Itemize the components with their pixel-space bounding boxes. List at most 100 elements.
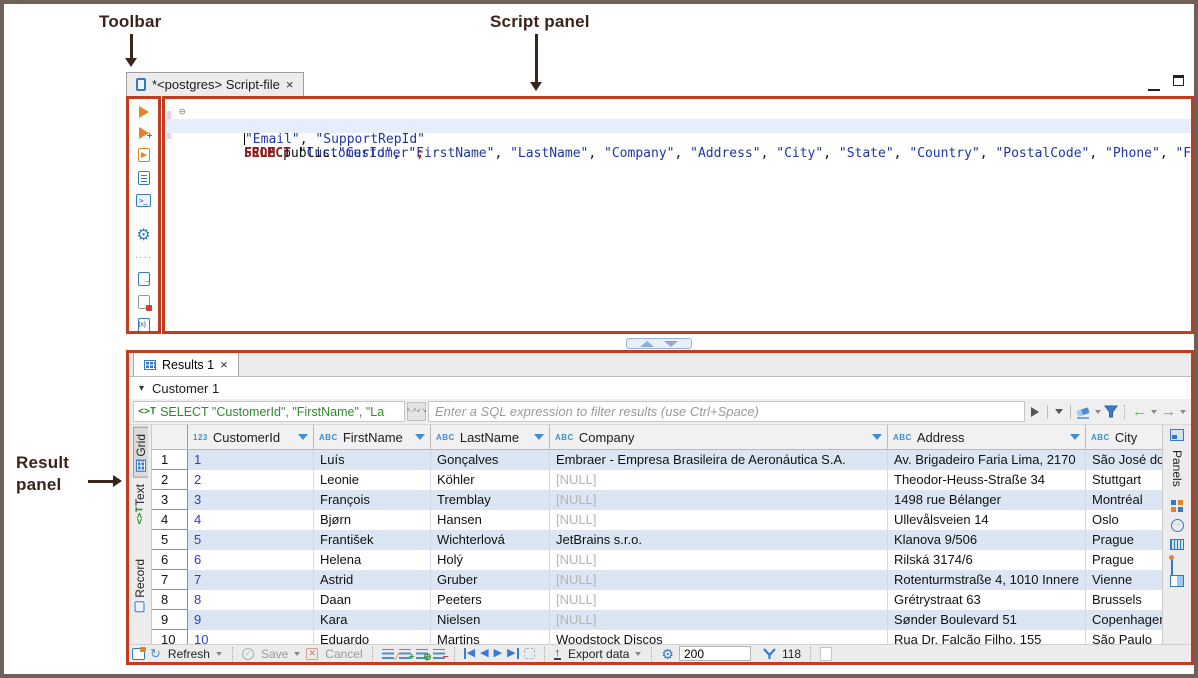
panels-icon[interactable] [1170, 429, 1184, 441]
toolbar-overflow-dots-icon[interactable]: ···· [135, 252, 152, 263]
row-number[interactable]: 3 [152, 490, 188, 510]
table-cell[interactable]: Copenhagen [1086, 610, 1162, 630]
export-data-icon[interactable]: ↑ [553, 647, 562, 660]
column-filter-dropdown-icon[interactable] [534, 434, 544, 440]
value-viewer-icon[interactable] [1171, 499, 1183, 512]
column-header-city[interactable]: ABC City [1086, 425, 1162, 449]
table-cell[interactable]: 7 [188, 570, 314, 590]
table-cell[interactable]: Köhler [431, 470, 550, 490]
column-header-firstname[interactable]: ABC FirstName [314, 425, 431, 449]
row-number[interactable]: 5 [152, 530, 188, 550]
table-cell[interactable]: Astrid [314, 570, 431, 590]
nav-forward-dropdown-icon[interactable] [1180, 409, 1186, 414]
results-tab[interactable]: Results 1 × [133, 353, 239, 376]
table-cell[interactable]: Brussels [1086, 590, 1162, 610]
script-editor-tab[interactable]: *<postgres> Script-file × [126, 72, 304, 96]
table-cell[interactable]: Nielsen [431, 610, 550, 630]
tab-close-icon[interactable]: × [286, 77, 294, 92]
table-cell[interactable]: Prague [1086, 530, 1162, 550]
row-number[interactable]: 2 [152, 470, 188, 490]
row-number[interactable]: 1 [152, 450, 188, 470]
save-file-error-icon[interactable] [136, 295, 152, 311]
table-cell[interactable]: 3 [188, 490, 314, 510]
table-cell[interactable]: [NULL] [550, 510, 888, 530]
table-cell[interactable]: 9 [188, 610, 314, 630]
collapse-up-icon[interactable] [640, 340, 654, 347]
filter-history-dropdown-icon[interactable] [1055, 409, 1063, 414]
erase-filter-icon[interactable] [1075, 405, 1092, 419]
row-number[interactable]: 4 [152, 510, 188, 530]
table-cell[interactable]: JetBrains s.r.o. [550, 530, 888, 550]
open-file-icon[interactable]: → [136, 272, 152, 286]
table-cell[interactable]: Grétrystraat 63 [888, 590, 1086, 610]
table-cell[interactable]: [NULL] [550, 550, 888, 570]
table-cell[interactable]: Oslo [1086, 510, 1162, 530]
table-row[interactable]: 1 1 Luís Gonçalves Embraer - Empresa Brasile… [152, 450, 1162, 470]
sql-code-line-1[interactable]: ⊖ SELECT "CustomerId", "FirstName", "Las… [165, 105, 1191, 161]
table-cell[interactable]: Wichterlová [431, 530, 550, 550]
table-cell[interactable]: Montréal [1086, 490, 1162, 510]
collapse-down-icon[interactable] [664, 340, 678, 347]
script-parameters-icon[interactable]: (x) [136, 318, 152, 332]
maximize-icon[interactable] [1173, 75, 1184, 86]
results-group-row[interactable]: ▾ Customer 1 [129, 377, 1191, 399]
table-cell[interactable]: Embraer - Empresa Brasileira de Aeronáut… [550, 450, 888, 470]
table-cell[interactable]: 5 [188, 530, 314, 550]
column-header-customerid[interactable]: 123 CustomerId [188, 425, 314, 449]
table-cell[interactable]: Martins [431, 630, 550, 644]
expand-filter-icon[interactable]: ↖↗↙↘ [406, 402, 427, 421]
table-cell[interactable]: 10 [188, 630, 314, 644]
row-number[interactable]: 7 [152, 570, 188, 590]
row-number[interactable]: 10 [152, 630, 188, 644]
table-cell[interactable]: Rilská 3174/6 [888, 550, 1086, 570]
table-cell[interactable]: 8 [188, 590, 314, 610]
table-cell[interactable]: São José dos Campos [1086, 450, 1162, 470]
grouping-panel-icon[interactable] [1170, 574, 1184, 587]
table-cell[interactable]: Av. Brigadeiro Faria Lima, 2170 [888, 450, 1086, 470]
panel-splitter[interactable] [626, 338, 692, 349]
row-number[interactable]: 8 [152, 590, 188, 610]
table-row[interactable]: 5 5 František Wichterlová JetBrains s.r.o. Kl… [152, 530, 1162, 550]
fetch-all-icon[interactable] [762, 647, 777, 660]
fetch-settings-gear-icon[interactable]: ⚙ [661, 647, 674, 661]
tab-record[interactable]: Record [133, 553, 147, 618]
focus-row-icon[interactable] [523, 648, 535, 659]
fetch-size-input[interactable] [678, 646, 751, 661]
column-header-company[interactable]: ABC Company [550, 425, 888, 449]
table-cell[interactable]: Gruber [431, 570, 550, 590]
minimize-icon[interactable] [1148, 82, 1160, 91]
refresh-label[interactable]: Refresh [168, 647, 210, 661]
table-cell[interactable]: Leonie [314, 470, 431, 490]
references-panel-icon[interactable] [1168, 554, 1184, 575]
table-row[interactable]: 8 8 Daan Peeters [NULL] Grétrystraat 63 Brusse… [152, 590, 1162, 610]
apply-filter-play-icon[interactable] [1031, 406, 1039, 417]
fold-collapse-icon[interactable]: ⊖ [179, 105, 186, 119]
tab-text[interactable]: <>T Text [131, 478, 149, 527]
table-cell[interactable]: Vienne [1086, 570, 1162, 590]
filter-sql-segment[interactable]: <>T SELECT "CustomerId", "FirstName", "L… [133, 401, 405, 422]
nav-back-dropdown-icon[interactable] [1151, 409, 1157, 414]
metadata-panel-icon[interactable] [1170, 538, 1184, 550]
column-filter-dropdown-icon[interactable] [872, 434, 882, 440]
table-cell[interactable]: 1498 rue Bélanger [888, 490, 1086, 510]
sql-console-icon[interactable]: >_ [136, 194, 152, 207]
column-header-lastname[interactable]: ABC LastName [431, 425, 550, 449]
table-cell[interactable]: Gonçalves [431, 450, 550, 470]
column-filter-dropdown-icon[interactable] [298, 434, 308, 440]
save-dropdown-icon[interactable] [294, 651, 301, 656]
table-row[interactable]: 4 4 Bjørn Hansen [NULL] Ullevålsveien 14 Oslo [152, 510, 1162, 530]
table-cell[interactable]: 4 [188, 510, 314, 530]
first-row-icon[interactable]: ◀ [463, 648, 475, 659]
sql-code-line-3[interactable]: FROM public."Customer"; [165, 133, 1191, 161]
table-cell[interactable]: Kara [314, 610, 431, 630]
execute-new-tab-icon[interactable]: + [136, 127, 153, 142]
nav-forward-icon[interactable]: → [1161, 404, 1176, 419]
edit-value-icon[interactable]: ∕ [381, 648, 398, 662]
table-cell[interactable]: Rotenturmstraße 4, 1010 Innere [888, 570, 1086, 590]
table-cell[interactable]: Stuttgart [1086, 470, 1162, 490]
delete-row-icon[interactable]: − [432, 648, 449, 662]
table-cell[interactable]: Helena [314, 550, 431, 570]
execute-script-icon[interactable] [136, 148, 152, 162]
table-cell[interactable]: Peeters [431, 590, 550, 610]
next-row-icon[interactable]: ▶ [494, 648, 502, 659]
